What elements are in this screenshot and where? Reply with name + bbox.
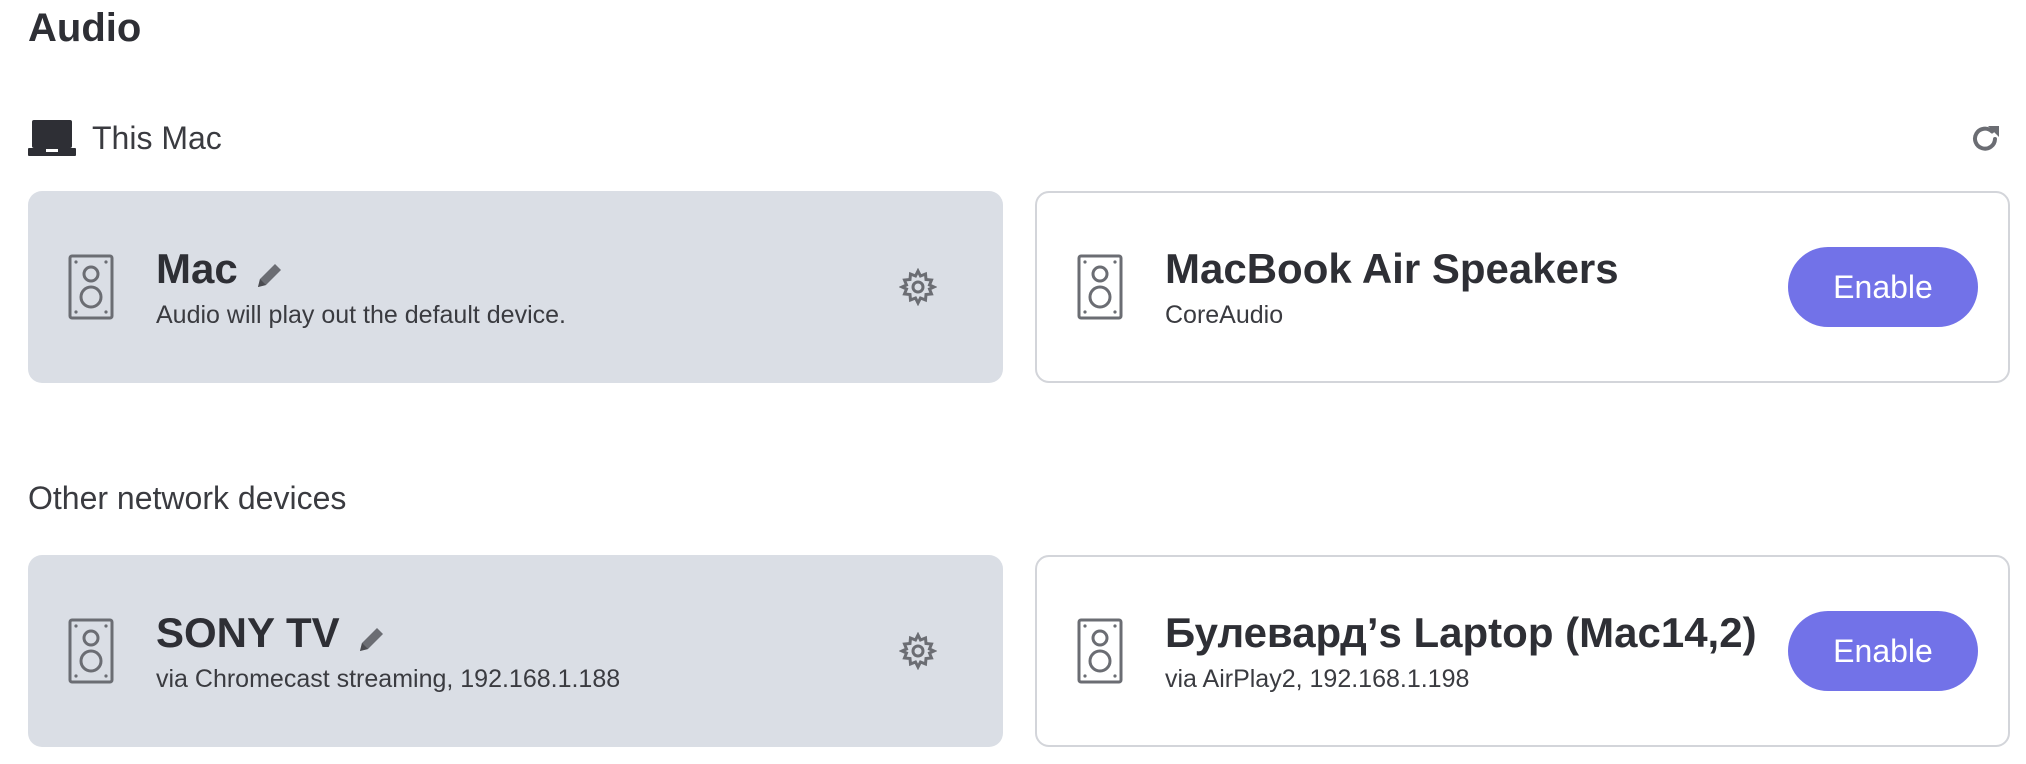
speaker-icon bbox=[1077, 254, 1123, 320]
network-heading: Other network devices bbox=[28, 480, 347, 516]
device-name: Mac bbox=[156, 244, 238, 292]
available-device-card-macbook-speakers: MacBook Air Speakers CoreAudio Enable bbox=[1035, 191, 2010, 383]
device-name: MacBook Air Speakers bbox=[1165, 244, 1619, 292]
device-name: Булевард’s Laptop (Mac14,2) bbox=[1165, 608, 1757, 656]
available-device-card-laptop: Булевард’s Laptop (Mac14,2) via AirPlay2… bbox=[1035, 555, 2010, 747]
active-device-card-sony-tv[interactable]: SONY TV via Chromecast streaming, 192.16… bbox=[28, 555, 1003, 747]
speaker-icon bbox=[68, 254, 114, 320]
device-description: via Chromecast streaming, 192.168.1.188 bbox=[156, 664, 621, 693]
active-device-card-mac[interactable]: Mac Audio will play out the default devi… bbox=[28, 191, 1003, 383]
edit-name-icon[interactable] bbox=[254, 253, 286, 287]
page-title: Audio bbox=[28, 6, 142, 50]
device-description: Audio will play out the default device. bbox=[156, 300, 566, 329]
laptop-icon bbox=[28, 118, 76, 158]
speaker-icon bbox=[1077, 618, 1123, 684]
refresh-icon[interactable] bbox=[1968, 122, 2002, 156]
device-description: via AirPlay2, 192.168.1.198 bbox=[1165, 664, 1470, 693]
gear-icon[interactable] bbox=[898, 631, 938, 671]
device-description: CoreAudio bbox=[1165, 300, 1284, 329]
this-mac-heading: This Mac bbox=[92, 119, 222, 156]
this-mac-section-header: This Mac bbox=[28, 118, 222, 158]
enable-button[interactable]: Enable bbox=[1788, 247, 1978, 327]
gear-icon[interactable] bbox=[898, 267, 938, 307]
speaker-icon bbox=[68, 618, 114, 684]
device-name: SONY TV bbox=[156, 608, 340, 656]
network-section-header: Other network devices bbox=[28, 480, 346, 517]
edit-name-icon[interactable] bbox=[356, 617, 388, 651]
enable-button[interactable]: Enable bbox=[1788, 611, 1978, 691]
